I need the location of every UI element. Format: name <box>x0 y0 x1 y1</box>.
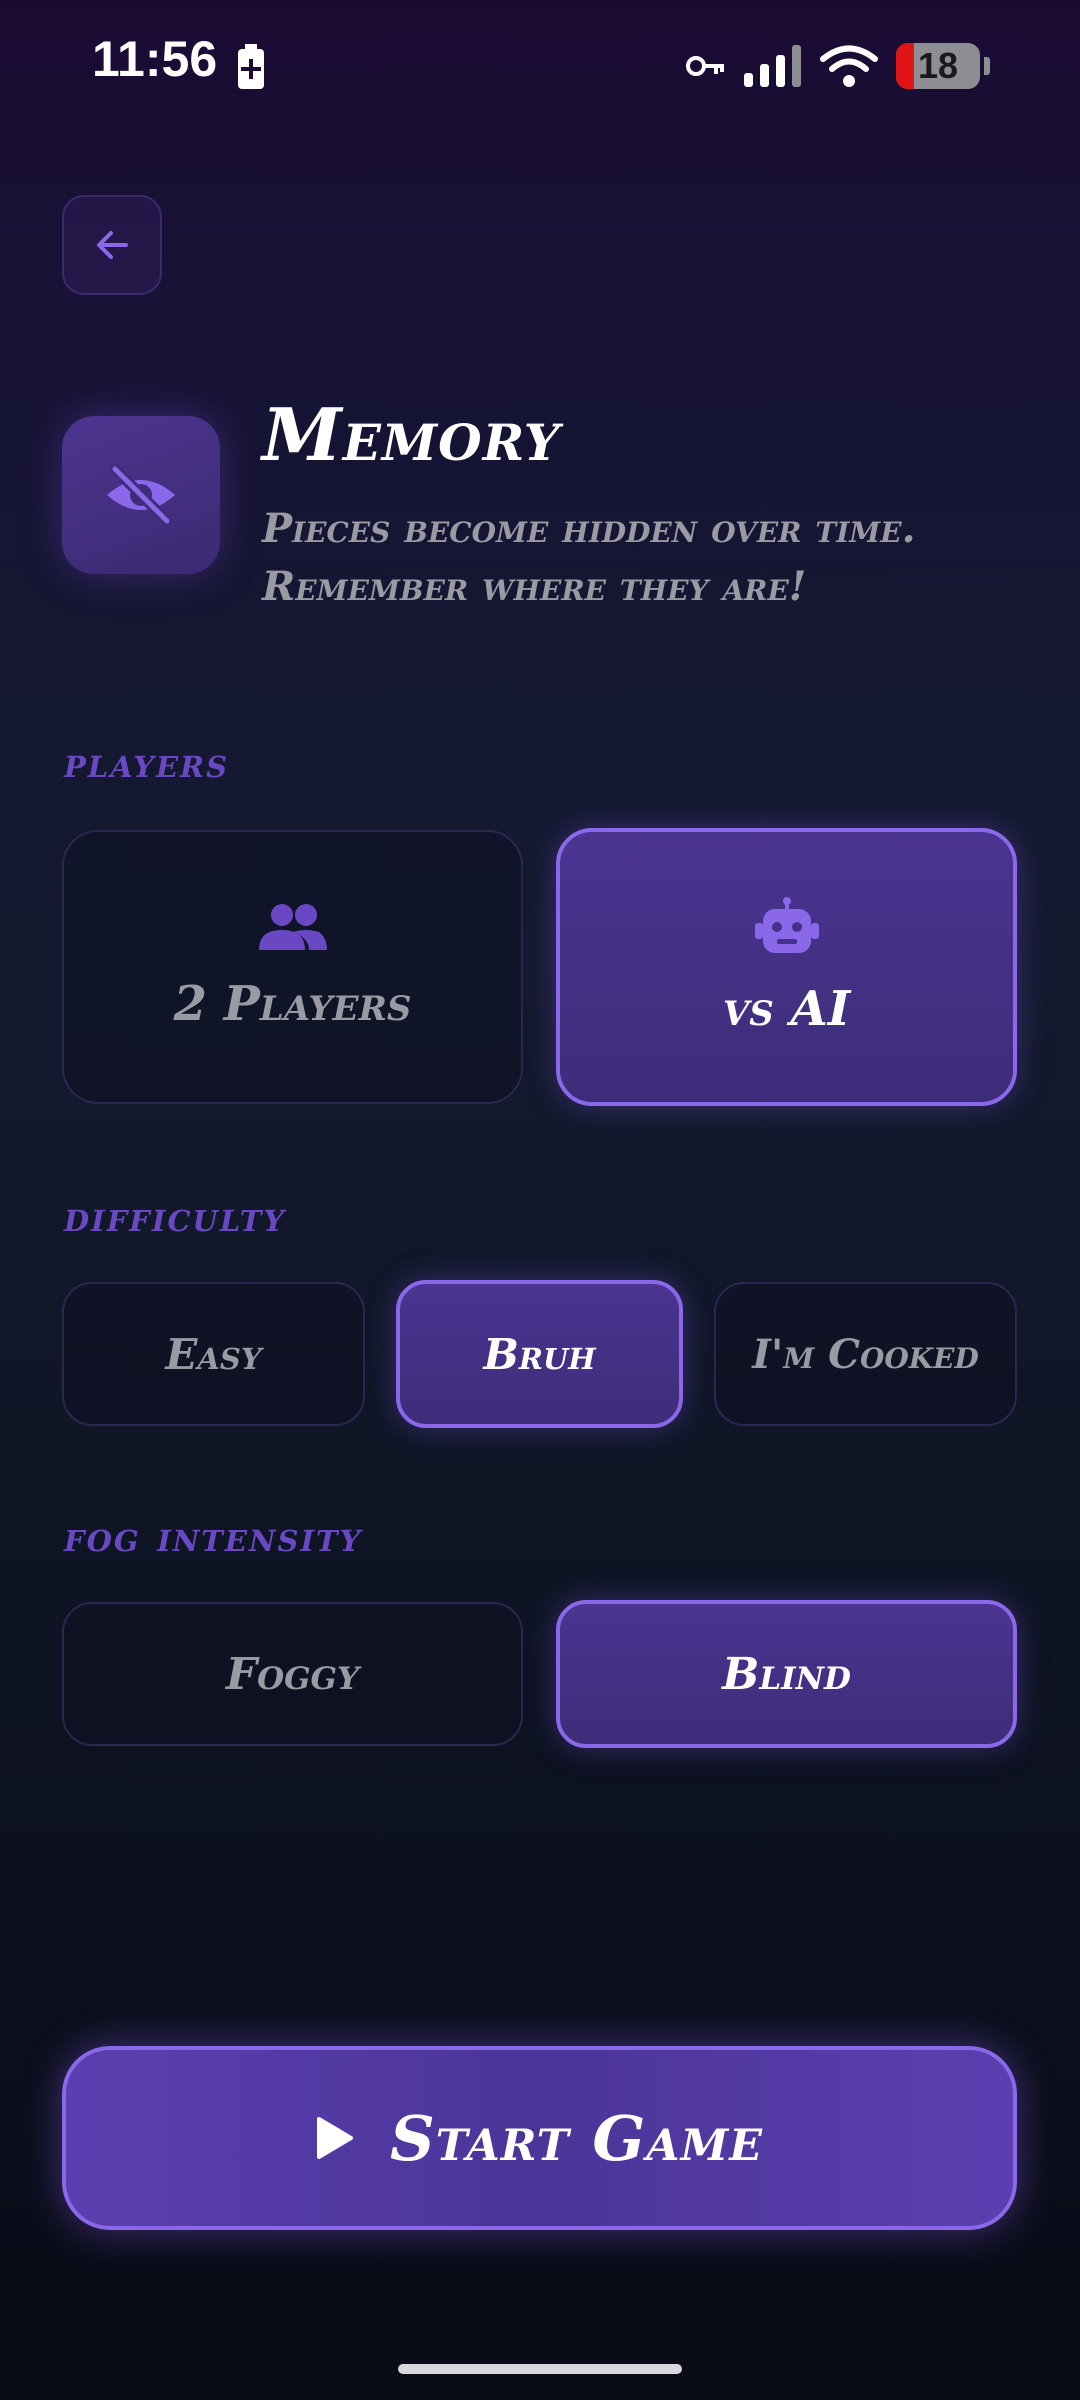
battery-saver-icon <box>238 44 264 89</box>
option-label: I'm Cooked <box>752 1330 979 1378</box>
battery-level: 18 <box>917 45 959 86</box>
play-icon <box>316 2117 353 2159</box>
battery-icon: 18 <box>896 43 980 89</box>
option-im-cooked[interactable]: I'm Cooked <box>714 1282 1017 1426</box>
option-easy[interactable]: Easy <box>62 1282 365 1426</box>
option-label: Bruh <box>483 1329 596 1379</box>
eye-off-icon <box>107 463 175 527</box>
signal-icon <box>744 45 801 87</box>
option-label: 2 Players <box>173 976 412 1032</box>
option-bruh[interactable]: Bruh <box>396 1280 683 1428</box>
option-foggy[interactable]: Foggy <box>62 1602 523 1746</box>
arrow-left-icon <box>97 231 128 259</box>
vpn-key-icon <box>686 56 724 76</box>
robot-icon <box>754 897 819 953</box>
people-icon <box>258 904 327 950</box>
players-section-label: players <box>64 738 230 787</box>
option-2-players[interactable]: 2 Players <box>62 830 523 1104</box>
home-indicator[interactable] <box>398 2364 682 2374</box>
option-label: Blind <box>722 1648 851 1700</box>
difficulty-section-label: difficulty <box>64 1192 287 1241</box>
start-game-label: Start Game <box>389 2101 764 2175</box>
back-button[interactable] <box>62 195 162 295</box>
wifi-icon <box>820 45 878 87</box>
option-label: Easy <box>165 1329 262 1379</box>
status-bar: 11:56 18 <box>0 0 1080 130</box>
mode-description: Pieces become hidden over time. Remember… <box>262 505 916 610</box>
start-game-button[interactable]: Start Game <box>62 2046 1017 2230</box>
mode-title: Memory <box>262 392 561 477</box>
fog-section-label: fog intensity <box>64 1512 363 1561</box>
mode-icon-tile <box>62 416 220 574</box>
option-vs-ai[interactable]: vs AI <box>556 828 1017 1106</box>
option-blind[interactable]: Blind <box>556 1600 1017 1748</box>
option-label: Foggy <box>225 1648 360 1700</box>
option-label: vs AI <box>722 981 851 1037</box>
status-icons: 18 <box>686 38 990 94</box>
status-time: 11:56 <box>92 31 218 87</box>
